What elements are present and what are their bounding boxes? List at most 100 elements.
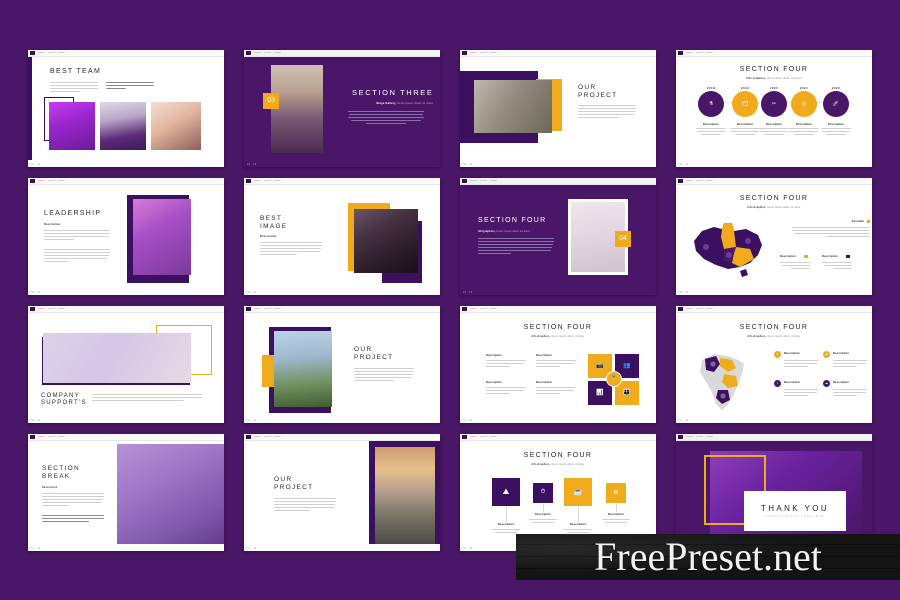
- page-title: SECTION FOUR: [739, 194, 809, 202]
- app-chrome: [28, 305, 224, 313]
- africa-map[interactable]: [692, 346, 762, 414]
- menu-item-icon: [274, 308, 281, 309]
- app-logo-icon: [462, 50, 467, 55]
- app-logo-icon: [30, 178, 35, 183]
- page-subtitle: Image Gallery, lorem ipsum dolor sit ame…: [376, 102, 433, 105]
- legend-label: Description: [833, 351, 849, 355]
- slide-section-four-australia[interactable]: SECTION FOUR Info Graphics, lorem ipsum …: [676, 177, 872, 295]
- section-photo: [271, 64, 323, 153]
- company-photo: [43, 332, 191, 383]
- clock-icon[interactable]: ⏱: [533, 482, 553, 503]
- menu-item-icon: [48, 436, 55, 437]
- menu-item-icon: [38, 180, 45, 181]
- subtitle-bold: Info Graphics,: [746, 76, 767, 80]
- timeline-body: [696, 127, 726, 136]
- slide-best-image[interactable]: BEST IMAGE Description 06 - 16: [244, 177, 440, 295]
- legend-body: [833, 388, 867, 397]
- legend-label: Description: [784, 380, 800, 384]
- timeline-year: 2022: [831, 85, 841, 90]
- project-photo: [474, 79, 552, 133]
- cup-icon[interactable]: ☕: [564, 477, 592, 506]
- slide-footer: 11 - 16: [463, 418, 473, 422]
- dark-circle-marker: ◑: [774, 379, 781, 387]
- legend-body: [784, 359, 818, 368]
- slide-company-supports[interactable]: COMPANY SUPPORT'S 09 - 16: [28, 305, 224, 423]
- step-label: Description: [570, 522, 586, 526]
- slide-our-project-2[interactable]: OUR PROJECT 10 - 16: [244, 305, 440, 423]
- page-subtitle: Description: [44, 222, 61, 226]
- app-chrome: [244, 305, 440, 313]
- timeline-body: [789, 127, 819, 136]
- menu-item-icon: [254, 52, 261, 53]
- menu-item-icon: [58, 308, 65, 309]
- slide-section-three[interactable]: 03 SECTION THREE Image Gallery, lorem ip…: [244, 49, 440, 167]
- page-title: OUR PROJECT: [354, 345, 394, 361]
- body-text-1: [42, 492, 104, 507]
- slide-footer: 04 - 16: [679, 162, 689, 166]
- flask-icon: ⚗: [698, 90, 724, 117]
- menu-item-icon: [490, 308, 497, 309]
- team-photo-3: [151, 101, 201, 150]
- menu-item-icon: [58, 52, 65, 53]
- menu-item-icon: [264, 308, 271, 309]
- project-photo: [274, 330, 332, 407]
- feature-label: Description: [536, 353, 552, 357]
- timeline-year: 2019: [740, 85, 750, 90]
- menu-item-icon: [48, 52, 55, 53]
- slide-thank-you[interactable]: THANK YOU PRESENTATION TEMPLATE 16 - 16: [676, 433, 872, 551]
- app-chrome: [676, 177, 872, 185]
- rocket-icon: 🚀: [823, 90, 849, 117]
- menu-item-icon: [274, 436, 281, 437]
- legend-body: [780, 261, 810, 270]
- menu-item-icon: [490, 436, 497, 437]
- slide-best-team[interactable]: BEST TEAM 01 - 16: [28, 49, 224, 167]
- team-photo-1: [49, 101, 95, 150]
- page-subtitle: Infographics, lorem ipsum dolor sit amet: [478, 230, 530, 233]
- subtitle-thin: lorem ipsum dolor sit amet: [396, 101, 433, 105]
- slide-section-four-steps[interactable]: SECTION FOUR Info Graphics, lorem ipsum …: [460, 433, 656, 551]
- body-text-2: [44, 248, 110, 263]
- legend-body: [833, 359, 867, 368]
- mountain-icon[interactable]: ⛰: [492, 477, 520, 506]
- slide-section-break[interactable]: SECTION BREAK Description 13 - 16: [28, 433, 224, 551]
- page-subtitle: PRESENTATION TEMPLATE: [765, 515, 825, 518]
- slide-leadership[interactable]: LEADERSHIP Description 05 - 16: [28, 177, 224, 295]
- slide-section-four-timeline[interactable]: SECTION FOUR Info Graphics, lorem ipsum …: [676, 49, 872, 167]
- body-text-right: [106, 81, 154, 90]
- app-chrome: [28, 177, 224, 185]
- page-title: LEADERSHIP: [44, 209, 102, 217]
- app-chrome: [676, 433, 872, 441]
- subtitle-thin: lorem ipsum dolor sit amet: [766, 334, 801, 338]
- body-text-left: [50, 81, 98, 93]
- page-title: SECTION FOUR: [523, 323, 593, 331]
- subtitle-bold: Image Gallery,: [376, 101, 397, 105]
- app-logo-icon: [246, 50, 251, 55]
- app-chrome: [244, 177, 440, 185]
- slide-section-four-cactus[interactable]: SECTION FOUR Infographics, lorem ipsum d…: [460, 177, 656, 295]
- timeline-label: Description: [703, 122, 719, 126]
- feature-body: [536, 359, 576, 368]
- gear-icon[interactable]: ⚙: [606, 482, 626, 503]
- project-photo: [375, 446, 435, 544]
- slide-section-four-quad[interactable]: SECTION FOUR Info Graphics, lorem ipsum …: [460, 305, 656, 423]
- slide-footer: 08 - 16: [679, 290, 689, 294]
- slide-our-project-1[interactable]: OUR PROJECT 03 - 16: [460, 49, 656, 167]
- gold-circle-marker: ★: [774, 350, 781, 358]
- app-chrome: [460, 49, 656, 57]
- menu-item-icon: [274, 180, 281, 181]
- slide-section-four-africa[interactable]: SECTION FOUR Info Graphics, lorem ipsum …: [676, 305, 872, 423]
- slide-our-project-3[interactable]: OUR PROJECT 14 - 16: [244, 433, 440, 551]
- page-title: SECTION FOUR: [478, 216, 547, 224]
- medal-icon[interactable]: 🏅: [606, 370, 622, 387]
- australia-map[interactable]: [688, 215, 774, 281]
- step-label: Description: [498, 522, 514, 526]
- page-title: SECTION FOUR: [739, 323, 809, 331]
- subtitle-bold: Info Graphics,: [531, 462, 551, 466]
- app-logo-icon: [30, 434, 35, 439]
- step-label: Description: [608, 512, 624, 516]
- section-break-photo: [117, 443, 224, 544]
- subtitle-thin: lorem ipsum dolor sit amet: [495, 229, 530, 233]
- step-label: Description: [535, 512, 551, 516]
- gold-square-marker: [804, 254, 808, 258]
- section-number-badge: 04: [615, 230, 631, 247]
